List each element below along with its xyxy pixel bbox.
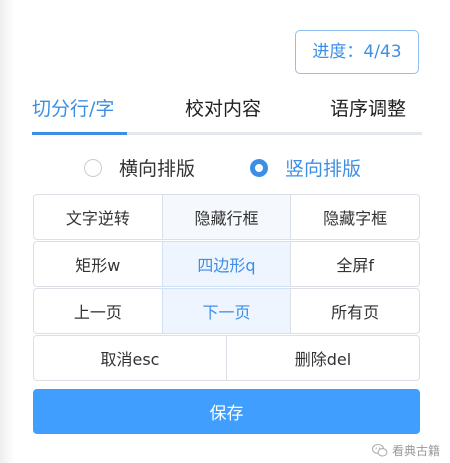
radio-label: 横向排版: [119, 158, 196, 180]
wechat-icon: [372, 444, 388, 457]
radio-circle-checked[interactable]: [250, 158, 268, 177]
radio-circle[interactable]: [84, 158, 102, 177]
all-pages-button[interactable]: 所有页: [290, 288, 421, 334]
hide-line-box-button[interactable]: 隐藏行框: [161, 194, 292, 240]
radio-vertical-layout[interactable]: 竖向排版: [250, 154, 361, 181]
button-row-4: 取消esc 删除del: [33, 335, 420, 381]
quadrilateral-button[interactable]: 四边形q: [161, 241, 292, 287]
cancel-button[interactable]: 取消esc: [33, 335, 227, 381]
watermark-text: 看典古籍: [392, 444, 441, 458]
radio-label: 竖向排版: [285, 158, 362, 180]
watermark: 看典古籍: [372, 442, 440, 459]
progress-indicator: 进度：4/43: [295, 30, 419, 74]
tab-bar: 切分行/字 校对内容 语序调整: [32, 88, 422, 138]
tab-active-indicator: [32, 132, 127, 135]
rectangle-button[interactable]: 矩形w: [33, 241, 163, 287]
panel-edge-shadow: [0, 0, 14, 463]
prev-page-button[interactable]: 上一页: [33, 288, 163, 334]
tab-proofread-content[interactable]: 校对内容: [185, 94, 261, 121]
reverse-text-button[interactable]: 文字逆转: [33, 194, 163, 240]
delete-button[interactable]: 删除del: [226, 335, 420, 381]
save-button[interactable]: 保存: [33, 389, 420, 434]
next-page-button[interactable]: 下一页: [161, 288, 292, 334]
button-row-1: 文字逆转 隐藏行框 隐藏字框: [33, 194, 421, 240]
tab-split-line-char[interactable]: 切分行/字: [32, 94, 114, 121]
tab-word-order[interactable]: 语序调整: [330, 94, 406, 121]
button-row-3: 上一页 下一页 所有页: [33, 288, 421, 334]
hide-char-box-button[interactable]: 隐藏字框: [290, 194, 421, 240]
fullscreen-button[interactable]: 全屏f: [290, 241, 421, 287]
radio-horizontal-layout[interactable]: 横向排版: [84, 154, 195, 181]
button-row-2: 矩形w 四边形q 全屏f: [33, 241, 421, 287]
layout-mode-radio-group: 横向排版 竖向排版: [84, 154, 414, 186]
